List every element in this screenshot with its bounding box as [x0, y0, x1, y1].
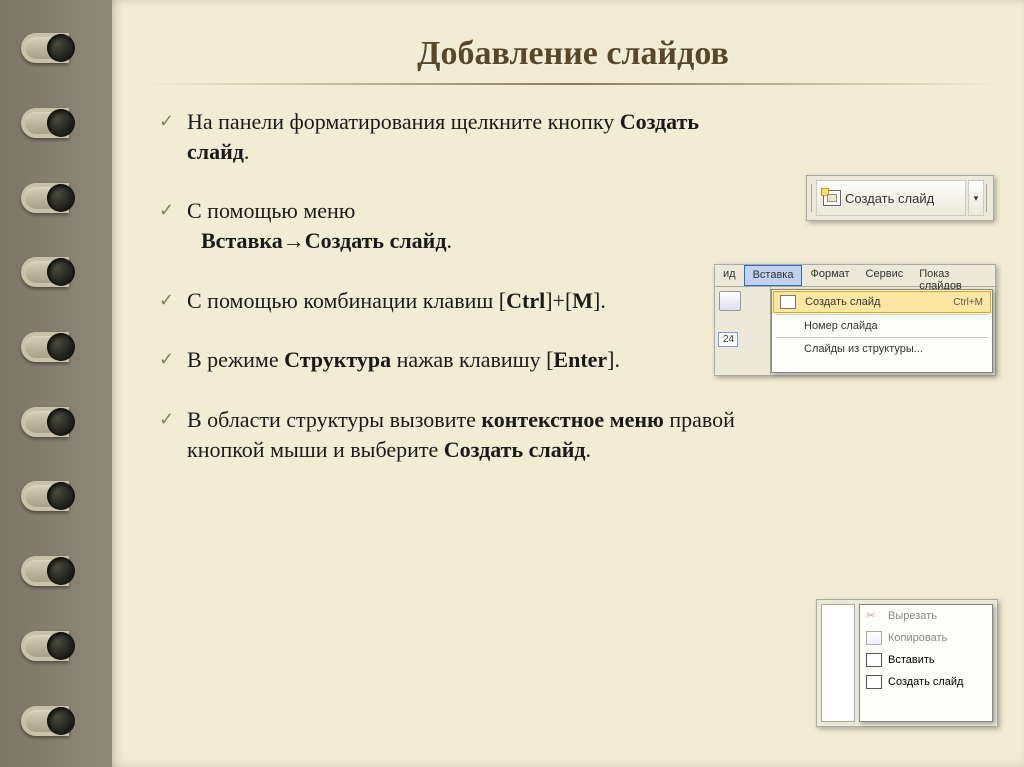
screenshot-create-button: Создать слайд	[806, 175, 994, 221]
button-label: Создать слайд	[845, 191, 934, 206]
menu-format: Формат	[802, 265, 857, 286]
bullet-5: ✓ В области структуры вызовите контекстн…	[159, 405, 759, 464]
shortcut-label: Ctrl+M	[953, 297, 983, 308]
dropdown-menu: Создать слайд Ctrl+M Номер слайда Слайды…	[771, 289, 993, 373]
checkmark-icon: ✓	[159, 198, 179, 222]
checkmark-icon: ✓	[159, 109, 179, 133]
ctx-cut: ✂ Вырезать	[860, 605, 992, 627]
menu-view: ид	[715, 265, 744, 286]
slide-title: Добавление слайдов	[147, 35, 999, 73]
slide-icon	[866, 675, 882, 689]
ctx-copy: Копировать	[860, 627, 992, 649]
screenshot-insert-menu: ид Вставка Формат Сервис Показ слайдов 2…	[714, 264, 996, 376]
checkmark-icon: ✓	[159, 288, 179, 312]
copy-icon	[866, 631, 882, 645]
spiral-binding	[0, 0, 112, 767]
ctx-create-slide: Создать слайд	[860, 671, 992, 693]
new-slide-icon	[823, 190, 841, 206]
menu-item-create-slide: Создать слайд Ctrl+M	[773, 291, 991, 313]
menu-item-slide-number: Номер слайда	[772, 316, 992, 336]
screenshot-context-menu: ✂ Вырезать Копировать Вставить Создать с…	[816, 599, 998, 727]
bullet-text: В области структуры вызовите контекстное…	[187, 405, 759, 464]
menu-insert: Вставка	[744, 265, 803, 286]
context-menu: ✂ Вырезать Копировать Вставить Создать с…	[859, 604, 993, 722]
menu-bar: ид Вставка Формат Сервис Показ слайдов	[715, 265, 995, 287]
toolbar: 24	[715, 287, 771, 375]
slide-icon	[780, 295, 796, 309]
slide-content: Добавление слайдов ✓ На панели форматиро…	[112, 0, 1024, 767]
scissors-icon: ✂	[866, 609, 882, 623]
outline-panel	[821, 604, 855, 722]
bullet-2: ✓ С помощью меню Вставка→Создать слайд.	[159, 196, 719, 255]
bullet-1: ✓ На панели форматирования щелкните кноп…	[159, 107, 719, 166]
checkmark-icon: ✓	[159, 407, 179, 431]
bullet-text: На панели форматирования щелкните кнопку…	[187, 107, 719, 166]
bullet-text: С помощью меню Вставка→Создать слайд.	[187, 196, 719, 255]
print-icon	[719, 291, 741, 311]
paste-icon	[866, 653, 882, 667]
font-size-box: 24	[718, 332, 738, 347]
menu-service: Сервис	[858, 265, 912, 286]
title-divider	[147, 83, 999, 85]
dropdown-arrow-icon	[968, 180, 984, 216]
checkmark-icon: ✓	[159, 347, 179, 371]
menu-item-slides-from-outline: Слайды из структуры...	[772, 339, 992, 359]
create-slide-button: Создать слайд	[816, 180, 966, 216]
ctx-paste: Вставить	[860, 649, 992, 671]
presentation-slide: Добавление слайдов ✓ На панели форматиро…	[0, 0, 1024, 767]
menu-slideshow: Показ слайдов	[911, 265, 995, 286]
